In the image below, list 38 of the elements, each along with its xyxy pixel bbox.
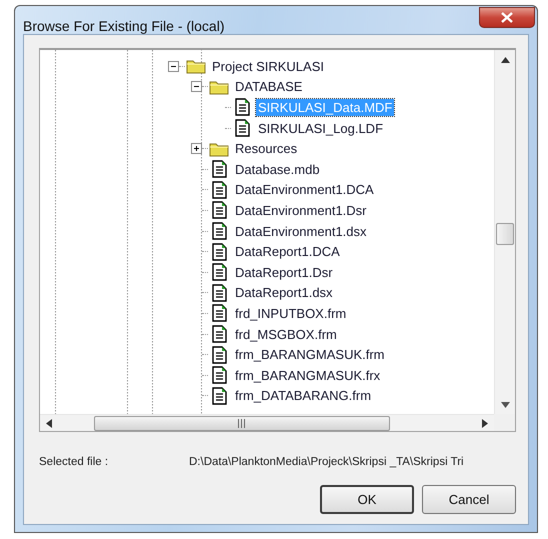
folder-icon bbox=[209, 140, 229, 157]
tree-item[interactable]: frm_DATABARANG.frm bbox=[233, 387, 374, 404]
tree-item[interactable]: frd_MSGBOX.frm bbox=[233, 326, 339, 343]
tree-item[interactable]: Project SIRKULASI bbox=[210, 58, 326, 75]
tree-item[interactable]: Resources bbox=[233, 140, 300, 158]
tree-item[interactable]: DataEnvironment1.Dsr bbox=[233, 202, 368, 219]
scroll-right-icon[interactable] bbox=[482, 418, 488, 428]
ok-button[interactable]: OK bbox=[320, 485, 414, 514]
grip-icon bbox=[237, 418, 247, 428]
tree-item[interactable]: frm_BARANGMASUK.frx bbox=[233, 366, 382, 384]
folder-icon bbox=[186, 58, 206, 74]
collapse-icon[interactable] bbox=[191, 81, 202, 92]
horizontal-scrollbar[interactable] bbox=[40, 414, 494, 431]
selected-file-label: Selected file : bbox=[39, 456, 110, 468]
tree-item[interactable]: SIRKULASI_Log.LDF bbox=[256, 120, 386, 137]
tree-item[interactable]: frd_INPUTBOX.frm bbox=[233, 304, 348, 322]
collapse-icon[interactable] bbox=[168, 60, 179, 72]
cancel-button[interactable]: Cancel bbox=[422, 485, 516, 514]
tree-item[interactable]: DATABASE bbox=[233, 78, 304, 96]
tree-item[interactable]: DataReport1.Dsr bbox=[233, 264, 335, 281]
tree-item[interactable]: DataReport1.dsx bbox=[233, 284, 335, 302]
close-icon bbox=[500, 12, 514, 23]
scroll-down-icon[interactable] bbox=[500, 402, 510, 408]
vertical-scrollbar[interactable] bbox=[494, 50, 515, 414]
scroll-left-icon[interactable] bbox=[46, 418, 52, 428]
close-button[interactable] bbox=[479, 7, 535, 28]
folder-icon bbox=[209, 78, 229, 95]
selected-file-path: D:\Data\PlanktonMedia\Projeck\Skripsi _TA\Skripsi Tri bbox=[189, 456, 464, 468]
scroll-thumb[interactable] bbox=[94, 416, 390, 430]
tree-item[interactable]: DataReport1.DCA bbox=[233, 243, 342, 260]
window-title: Browse For Existing File - (local) bbox=[23, 18, 224, 34]
tree-item[interactable]: Database.mdb bbox=[233, 160, 322, 178]
tree-item[interactable]: DataEnvironment1.dsx bbox=[233, 222, 369, 240]
scroll-up-icon[interactable] bbox=[500, 57, 510, 63]
tree-item[interactable]: DataEnvironment1.DCA bbox=[233, 181, 376, 198]
tree-item[interactable]: frm_BARANGMASUK.frm bbox=[233, 346, 387, 364]
scroll-thumb[interactable] bbox=[496, 223, 514, 245]
expand-icon[interactable] bbox=[191, 143, 202, 154]
